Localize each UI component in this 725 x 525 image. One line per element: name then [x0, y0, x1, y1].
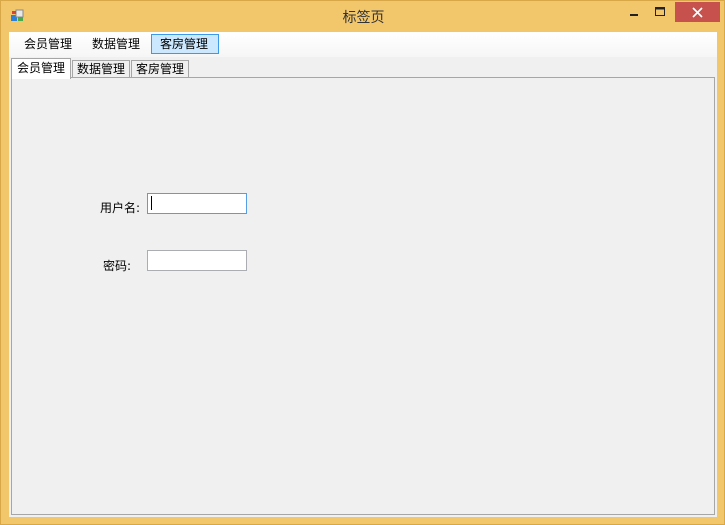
main-window: 标签页 会员管理 数据管理 客房管理 会员管理 数据管理 客房管理 用户名: 密… — [0, 0, 725, 525]
username-label: 用户名: — [100, 201, 141, 215]
tab-page-member: 用户名: 密码: — [11, 77, 715, 515]
text-caret — [151, 196, 152, 210]
menu-item-member[interactable]: 会员管理 — [16, 34, 80, 54]
close-icon — [692, 6, 703, 18]
tab-room[interactable]: 客房管理 — [131, 60, 189, 78]
title-bar[interactable]: 标签页 — [1, 1, 725, 32]
menu-item-data[interactable]: 数据管理 — [84, 34, 148, 54]
maximize-button[interactable] — [649, 2, 671, 22]
menu-bar: 会员管理 数据管理 客房管理 — [9, 32, 717, 57]
password-label: 密码: — [103, 259, 132, 273]
minimize-icon — [630, 14, 638, 16]
menu-item-room[interactable]: 客房管理 — [151, 34, 219, 54]
tab-data[interactable]: 数据管理 — [72, 60, 130, 78]
tab-strip: 会员管理 数据管理 客房管理 — [9, 57, 717, 79]
maximize-icon — [655, 7, 665, 16]
username-input[interactable] — [147, 193, 247, 214]
tab-member[interactable]: 会员管理 — [11, 58, 71, 79]
minimize-button[interactable] — [623, 2, 645, 22]
password-input[interactable] — [147, 250, 247, 271]
close-button[interactable] — [675, 2, 720, 22]
window-title: 标签页 — [342, 10, 385, 26]
client-area: 会员管理 数据管理 客房管理 会员管理 数据管理 客房管理 用户名: 密码: — [9, 32, 717, 517]
